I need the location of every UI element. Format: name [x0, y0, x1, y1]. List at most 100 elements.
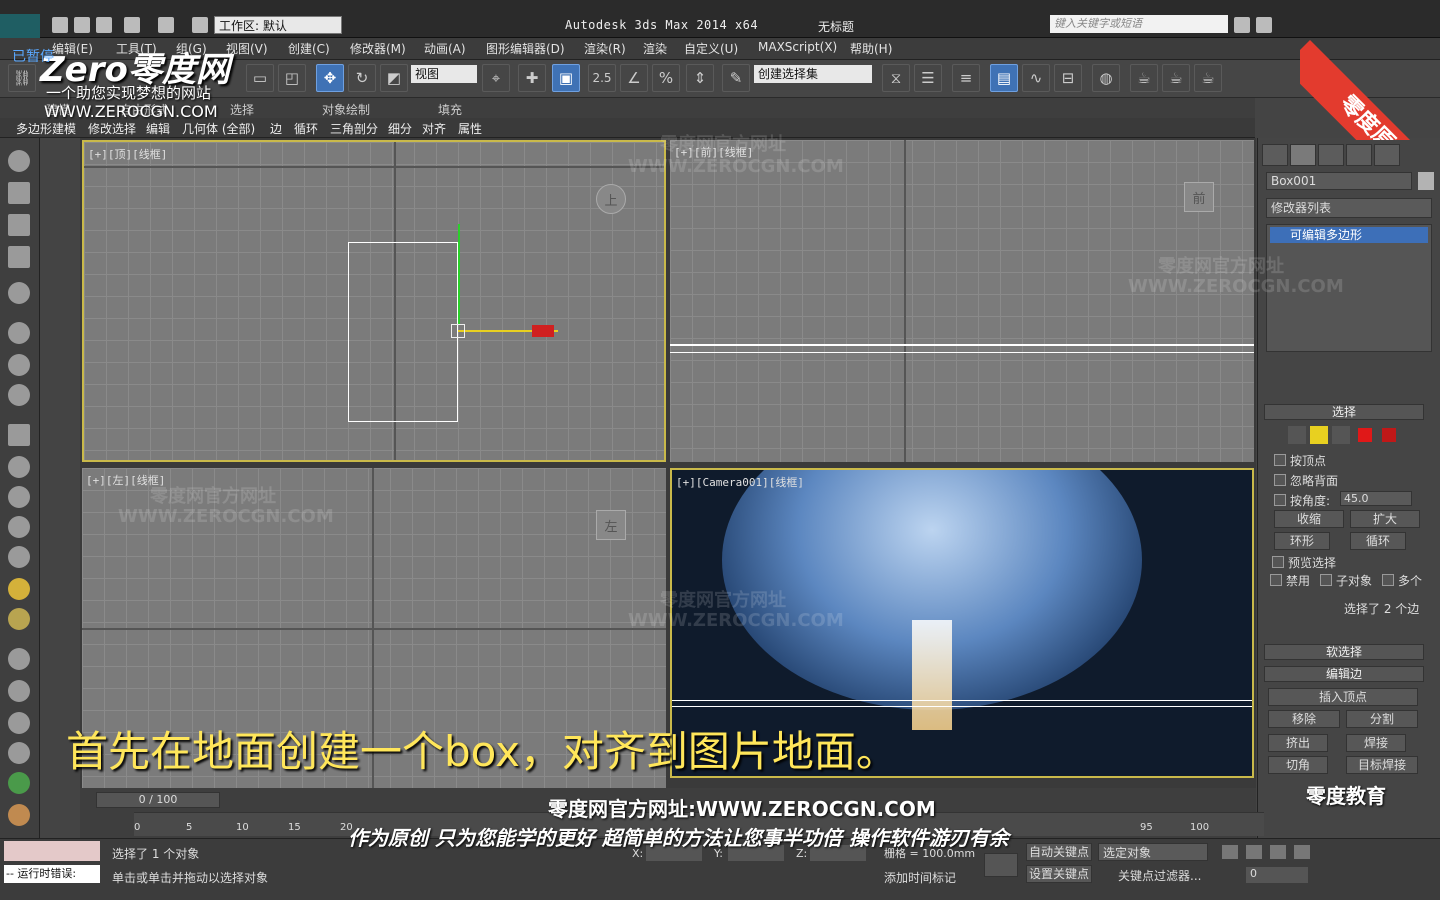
grid-list-icon[interactable]	[8, 246, 30, 268]
render-icon[interactable]: ☕	[1194, 64, 1222, 92]
graphite-toggle-icon[interactable]: ▤	[990, 64, 1018, 92]
panel-loops[interactable]: 循环	[294, 120, 318, 137]
plant-icon[interactable]	[8, 772, 30, 794]
object-name-field[interactable]: Box001	[1266, 172, 1412, 190]
menu-animation[interactable]: 动画(A)	[424, 40, 466, 57]
tab-populate[interactable]: 填充	[438, 101, 462, 118]
goto-start-icon[interactable]	[1222, 845, 1238, 859]
angle-snap-icon[interactable]: ∠	[620, 64, 648, 92]
viewcube-top[interactable]: 上	[596, 184, 626, 214]
move-gizmo-y[interactable]	[458, 224, 460, 324]
preview-multi-radio[interactable]: 多个	[1382, 572, 1422, 589]
panel-polygon-modeling[interactable]: 多边形建模	[16, 120, 76, 137]
polygon-mode-icon[interactable]	[1358, 428, 1372, 442]
maxscript-listener[interactable]	[4, 841, 100, 861]
list-icon[interactable]	[8, 214, 30, 236]
rotate-icon[interactable]: ↻	[348, 64, 376, 92]
keyboard-shortcut-icon[interactable]: ▣	[552, 64, 580, 92]
viewport-front[interactable]: [+][前][线框] 前	[670, 140, 1254, 462]
hair-fur-icon[interactable]	[8, 804, 30, 826]
sphere-icon[interactable]	[8, 486, 30, 508]
image-icon[interactable]	[8, 182, 30, 204]
workspace-dropdown[interactable]: 工作区: 默认	[214, 16, 342, 34]
edge-mode-icon[interactable]	[1310, 426, 1328, 444]
panel-edit[interactable]: 编辑	[146, 120, 170, 137]
display-tab-icon[interactable]	[1374, 144, 1400, 166]
particles-icon[interactable]	[8, 648, 30, 670]
spinner-snap-icon[interactable]: ⇕	[686, 64, 714, 92]
border-mode-icon[interactable]	[1332, 426, 1350, 444]
panel-align[interactable]: 对齐	[422, 120, 446, 137]
app-logo-icon[interactable]	[0, 14, 40, 38]
add-time-tag[interactable]: 添加时间标记	[884, 869, 956, 886]
panel-tris[interactable]: 三角剖分	[330, 120, 378, 137]
schematic-view-icon[interactable]: ⊟	[1054, 64, 1082, 92]
panel-properties[interactable]: 属性	[458, 120, 482, 137]
binoculars-icon[interactable]	[1234, 17, 1250, 33]
link-icon[interactable]: ⛓	[8, 64, 36, 92]
panel-subdivision[interactable]: 细分	[388, 120, 412, 137]
play-icon[interactable]	[1270, 845, 1286, 859]
redo-icon[interactable]	[158, 17, 174, 33]
prev-frame-icon[interactable]	[1246, 845, 1262, 859]
material-editor-icon[interactable]: ◍	[1092, 64, 1120, 92]
geosphere-icon[interactable]	[8, 516, 30, 538]
insert-vertex-button[interactable]: 插入顶点	[1268, 688, 1418, 706]
pyramid-icon[interactable]	[8, 712, 30, 734]
selected-object-dropdown[interactable]: 选定对象	[1098, 843, 1208, 861]
next-frame-icon[interactable]	[1294, 845, 1310, 859]
current-frame-field[interactable]: 0	[1246, 867, 1308, 883]
panel-modify-selection[interactable]: 修改选择	[88, 120, 136, 137]
search-input[interactable]: 键入关键字或短语	[1050, 15, 1228, 33]
element-mode-icon[interactable]	[1382, 428, 1396, 442]
menu-civil[interactable]: 渲染	[643, 40, 667, 57]
rollout-selection[interactable]: 选择	[1264, 404, 1424, 420]
film-icon[interactable]	[8, 384, 30, 406]
extrude-button[interactable]: 挤出	[1268, 734, 1328, 752]
select-manipulate-icon[interactable]: ✚	[518, 64, 546, 92]
move-icon[interactable]: ✥	[316, 64, 344, 92]
render-setup-icon[interactable]: ☕	[1130, 64, 1158, 92]
select-region-icon[interactable]: ▭	[246, 64, 274, 92]
tab-object-paint[interactable]: 对象绘制	[322, 101, 370, 118]
hemisphere-icon[interactable]	[8, 456, 30, 478]
help-tools-icon[interactable]	[1256, 17, 1272, 33]
stack-item-editable-poly[interactable]: 可编辑多边形	[1270, 227, 1428, 243]
viewcube-front[interactable]: 前	[1184, 182, 1214, 212]
mirror-icon[interactable]: ⧖	[882, 64, 910, 92]
target-weld-button[interactable]: 目标焊接	[1346, 756, 1418, 774]
motion-tab-icon[interactable]	[1346, 144, 1372, 166]
key-filters-button[interactable]: 关键点过滤器...	[1118, 867, 1201, 884]
vertex-mode-icon[interactable]	[1288, 426, 1306, 444]
viewport-label-camera[interactable]: [+][Camera001][线框]	[676, 474, 804, 490]
preview-subobject-radio[interactable]: 子对象	[1320, 572, 1372, 589]
camera-icon[interactable]	[8, 322, 30, 344]
pivot-icon[interactable]: ⌖	[482, 64, 510, 92]
window-crossing-icon[interactable]: ◰	[278, 64, 306, 92]
percent-snap-icon[interactable]: %	[652, 64, 680, 92]
preview-disable-radio[interactable]: 禁用	[1270, 572, 1310, 589]
weld-button[interactable]: 焊接	[1346, 734, 1406, 752]
disc-icon[interactable]	[8, 608, 30, 630]
scale-icon[interactable]: ◩	[380, 64, 408, 92]
menu-modifiers[interactable]: 修改器(M)	[350, 40, 406, 57]
menu-help[interactable]: 帮助(H)	[850, 40, 892, 57]
rendered-frame-icon[interactable]: ☕	[1162, 64, 1190, 92]
set-key-button[interactable]: 设置关键点	[1026, 865, 1092, 883]
light-icon[interactable]	[8, 282, 30, 304]
cone-icon[interactable]	[8, 546, 30, 568]
undo-icon[interactable]	[124, 17, 140, 33]
reference-coord-dropdown[interactable]: 视图	[411, 65, 477, 83]
chamfer-button[interactable]: 切角	[1268, 756, 1328, 774]
key-icon[interactable]	[984, 853, 1018, 877]
box-outline[interactable]	[348, 242, 458, 422]
molecule-icon[interactable]	[8, 680, 30, 702]
display-icon[interactable]	[8, 354, 30, 376]
modify-tab-icon[interactable]	[1290, 144, 1316, 166]
time-slider[interactable]: 0 / 100	[96, 792, 220, 808]
panel-geometry[interactable]: 几何体 (全部)	[182, 120, 255, 137]
teapot-icon[interactable]	[8, 150, 30, 172]
rollout-edit-edges[interactable]: 编辑边	[1264, 666, 1424, 682]
split-button[interactable]: 分割	[1346, 710, 1418, 728]
viewport-top[interactable]: [+][顶][线框] 上	[82, 140, 666, 462]
